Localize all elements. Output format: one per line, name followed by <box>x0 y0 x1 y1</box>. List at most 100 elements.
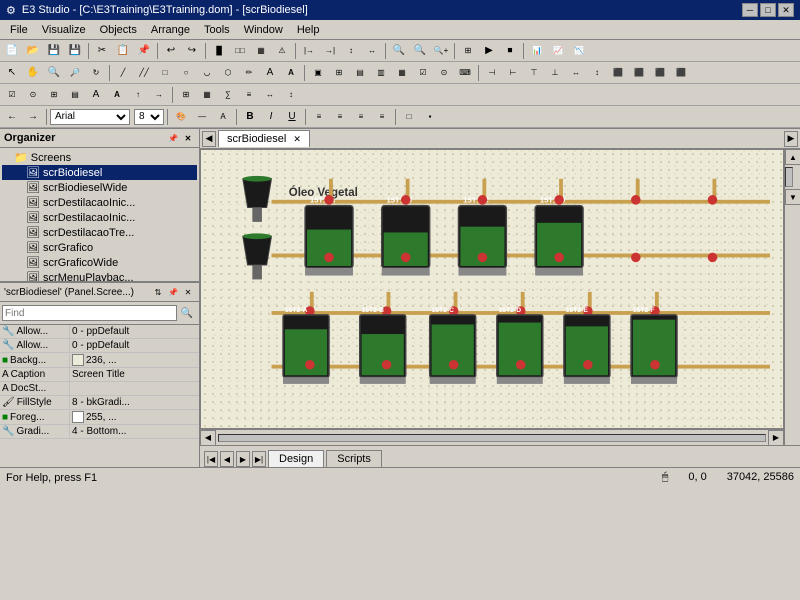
h-scroll-track[interactable] <box>218 434 766 442</box>
tb-italic[interactable]: I <box>261 108 281 126</box>
menu-objects[interactable]: Objects <box>94 22 143 38</box>
organizer-close[interactable]: ✕ <box>181 131 195 145</box>
font-size-select[interactable]: 8 <box>134 109 164 125</box>
tb-type[interactable]: A <box>86 86 106 104</box>
prop-allow1-value[interactable]: 0 - ppDefault <box>70 325 199 338</box>
tb-b4[interactable]: ⚠ <box>272 42 292 60</box>
tb-align2[interactable]: ⊢ <box>503 64 523 82</box>
tb-align7[interactable]: ⬛ <box>608 64 628 82</box>
tb-b6[interactable]: →| <box>320 42 340 60</box>
tb-b8[interactable]: ↔ <box>362 42 382 60</box>
tb-align3[interactable]: ⊤ <box>524 64 544 82</box>
menu-tools[interactable]: Tools <box>198 22 236 38</box>
tb-stop[interactable]: ⏹ <box>500 42 520 60</box>
tb-obj5[interactable]: ▦ <box>392 64 412 82</box>
tab-nav-left[interactable]: ◀ <box>202 131 216 147</box>
tb-align5[interactable]: ↔ <box>566 64 586 82</box>
tb-text2[interactable]: A <box>281 64 301 82</box>
menu-window[interactable]: Window <box>238 22 289 38</box>
tb-undo[interactable]: ↩ <box>161 42 181 60</box>
tb-arc[interactable]: ◡ <box>197 64 217 82</box>
tb-hand[interactable]: ✋ <box>23 64 43 82</box>
tb-polyline[interactable]: ╱╱ <box>134 64 154 82</box>
tb-obj3[interactable]: ▤ <box>350 64 370 82</box>
v-scroll-track[interactable] <box>785 167 793 187</box>
tb-run[interactable]: ▶ <box>479 42 499 60</box>
tb-magnify[interactable]: 🔍 <box>44 64 64 82</box>
h-scroll-right[interactable]: ▶ <box>768 430 784 446</box>
tb-f4[interactable]: ≡ <box>239 86 259 104</box>
tb-chart2[interactable]: 📈 <box>548 42 568 60</box>
tb-new[interactable]: 📄 <box>2 42 22 60</box>
bottom-nav-prev[interactable]: ◀ <box>220 451 234 467</box>
tree-scrgrafico[interactable]: 🖼 scrGrafico <box>2 240 197 255</box>
organizer-pin[interactable]: 📌 <box>166 131 180 145</box>
tb-f6[interactable]: ↕ <box>281 86 301 104</box>
tb-b2[interactable]: □□ <box>230 42 250 60</box>
tb-obj4[interactable]: ▥ <box>371 64 391 82</box>
tb-rect[interactable]: □ <box>155 64 175 82</box>
tb-obj2[interactable]: ⊞ <box>329 64 349 82</box>
tb-align1[interactable]: ⊣ <box>482 64 502 82</box>
prop-caption-value[interactable]: Screen Title <box>70 368 199 381</box>
tb-f3[interactable]: ∑ <box>218 86 238 104</box>
tb-checkbox[interactable]: ☑ <box>2 86 22 104</box>
tb-pen[interactable]: ✏ <box>239 64 259 82</box>
tb-line-color[interactable]: — <box>192 108 212 126</box>
prop-docst-value[interactable] <box>70 388 199 390</box>
tab-design[interactable]: Design <box>268 450 324 467</box>
menu-help[interactable]: Help <box>291 22 326 38</box>
tb-align9[interactable]: ⬛ <box>650 64 670 82</box>
tb-polygon[interactable]: ⬡ <box>218 64 238 82</box>
tb-obj8[interactable]: ⌨ <box>455 64 475 82</box>
tb-back[interactable]: ← <box>2 108 22 126</box>
h-scroll-left[interactable]: ◀ <box>200 430 216 446</box>
tree-scrdestilacaotre[interactable]: 🖼 scrDestilacaoTre... <box>2 225 197 240</box>
tb-zoom-more[interactable]: 🔍+ <box>431 42 451 60</box>
properties-search-input[interactable] <box>2 305 177 321</box>
prop-gradi-value[interactable]: 4 - Bottom... <box>70 425 199 438</box>
minimize-button[interactable]: ─ <box>742 3 758 17</box>
menu-arrange[interactable]: Arrange <box>145 22 196 38</box>
tree-scrmenuplayback1[interactable]: 🖼 scrMenuPlaybac... <box>2 270 197 281</box>
tb-open[interactable]: 📂 <box>23 42 43 60</box>
tb-fill-color[interactable]: 🎨 <box>171 108 191 126</box>
tb-arrow1[interactable]: ↑ <box>128 86 148 104</box>
tb-zoom-area[interactable]: 🔎 <box>65 64 85 82</box>
properties-search-btn[interactable]: 🔍 <box>177 304 197 322</box>
tb-ruler[interactable]: ▤ <box>65 86 85 104</box>
tb-copy[interactable]: 📋 <box>113 42 133 60</box>
tree-scrbiodiesel[interactable]: 🖼 scrBiodiesel <box>2 165 197 180</box>
prop-backg-value[interactable]: 236, ... <box>70 353 199 367</box>
tb-f5[interactable]: ↔ <box>260 86 280 104</box>
tb-text-color[interactable]: A <box>213 108 233 126</box>
tb-save2[interactable]: 💾 <box>65 42 85 60</box>
tb-save[interactable]: 💾 <box>44 42 64 60</box>
tb-align-left[interactable]: ≡ <box>309 108 329 126</box>
tb-arrow2[interactable]: → <box>149 86 169 104</box>
menu-visualize[interactable]: Visualize <box>36 22 92 38</box>
bottom-nav-next[interactable]: ▶ <box>236 451 250 467</box>
v-scroll-down[interactable]: ▼ <box>785 189 800 205</box>
tb-justify[interactable]: ≡ <box>372 108 392 126</box>
tb-grid[interactable]: ⊞ <box>458 42 478 60</box>
tb-line[interactable]: ╱ <box>113 64 133 82</box>
prop-foreg-value[interactable]: 255, ... <box>70 410 199 424</box>
tb-rotate[interactable]: ↻ <box>86 64 106 82</box>
tb-b1[interactable]: ▐▌ <box>209 42 229 60</box>
tab-nav-right[interactable]: ▶ <box>784 131 798 147</box>
tb-table[interactable]: ⊞ <box>44 86 64 104</box>
tb-align-center[interactable]: ≡ <box>330 108 350 126</box>
canvas-area[interactable]: Óleo Vegetal <box>200 149 784 429</box>
tree-screens[interactable]: 📁 Screens <box>2 150 197 165</box>
maximize-button[interactable]: □ <box>760 3 776 17</box>
tb-paste[interactable]: 📌 <box>134 42 154 60</box>
tb-cut[interactable]: ✂ <box>92 42 112 60</box>
tb-ellipse[interactable]: ○ <box>176 64 196 82</box>
tb-zoom-out[interactable]: 🔍 <box>410 42 430 60</box>
tb-b3[interactable]: ▦ <box>251 42 271 60</box>
tb-align-right[interactable]: ≡ <box>351 108 371 126</box>
tb-align4[interactable]: ⊥ <box>545 64 565 82</box>
tb-b7[interactable]: ↕ <box>341 42 361 60</box>
tb-underline[interactable]: U <box>282 108 302 126</box>
